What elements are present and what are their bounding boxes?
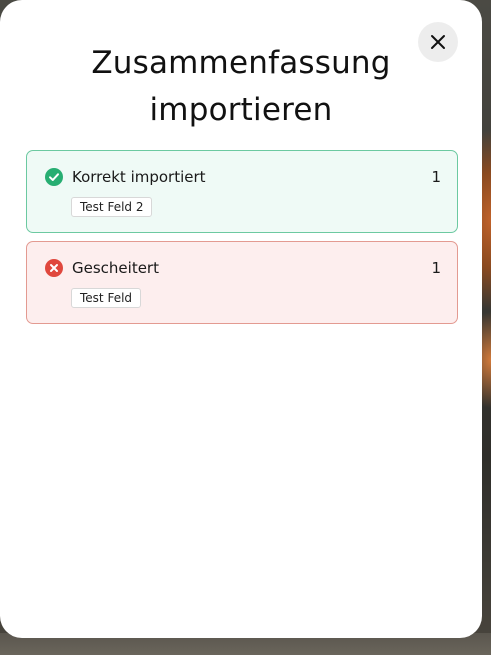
result-card-success: Korrekt importiert 1 Test Feld 2 [26,150,458,233]
dialog-title: Zusammenfassung importieren [91,45,391,128]
result-card-failure: Gescheitert 1 Test Feld [26,241,458,324]
error-circle-icon [45,259,63,277]
result-card-label: Gescheitert [72,259,159,277]
import-summary-dialog: Zusammenfassung importieren Korrekt impo… [0,0,482,638]
result-card-header: Gescheitert 1 [45,258,441,278]
result-card-header: Korrekt importiert 1 [45,167,441,187]
field-tag: Test Feld [71,288,142,308]
result-card-count: 1 [431,168,441,186]
check-circle-icon [45,168,63,186]
result-card-label: Korrekt importiert [72,168,206,186]
result-card-count: 1 [431,259,441,277]
field-tag: Test Feld 2 [71,197,153,217]
